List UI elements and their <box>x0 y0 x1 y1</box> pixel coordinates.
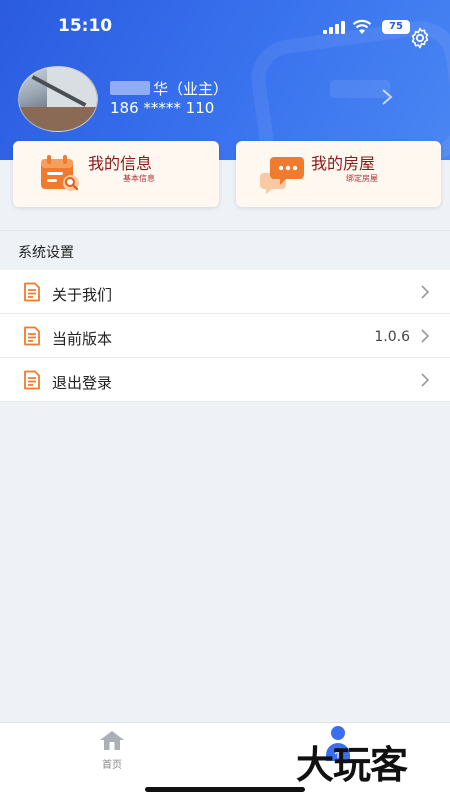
gear-icon[interactable] <box>408 26 432 50</box>
my-info-card[interactable]: 我的信息 基本信息 <box>13 141 219 207</box>
tab-home-label: 首页 <box>102 760 122 771</box>
chevron-right-icon[interactable] <box>380 88 394 106</box>
chat-icon <box>260 157 304 194</box>
chevron-right-icon <box>421 285 430 299</box>
menu-item-label: 当前版本 <box>52 330 113 348</box>
battery-icon: 75 <box>382 20 410 34</box>
version-value: 1.0.6 <box>374 329 410 345</box>
profile-header: 15:10 75 华（业主） 186 ***** 110 <box>0 0 450 160</box>
document-icon <box>24 370 40 390</box>
my-info-title: 我的信息 <box>88 154 153 173</box>
my-info-subtitle: 基本信息 <box>123 174 155 183</box>
wifi-icon <box>352 19 372 34</box>
section-title: 系统设置 <box>18 245 74 261</box>
watermark-logo: 大玩客 <box>296 743 408 787</box>
my-house-title: 我的房屋 <box>311 154 376 173</box>
document-icon <box>24 326 40 346</box>
my-house-card[interactable]: 我的房屋 绑定房屋 <box>236 141 441 207</box>
user-name: 华（业主） <box>110 78 228 99</box>
settings-list: 关于我们 当前版本 1.0.6 退出登录 <box>0 270 450 402</box>
home-indicator <box>145 787 305 792</box>
chevron-right-icon <box>421 373 430 387</box>
name-redaction <box>110 81 150 95</box>
user-phone: 186 ***** 110 <box>110 99 215 117</box>
signal-icon <box>323 21 345 34</box>
calendar-icon <box>41 155 79 191</box>
document-icon <box>24 282 40 302</box>
chevron-right-icon <box>421 329 430 343</box>
menu-item-about[interactable]: 关于我们 <box>0 270 450 314</box>
menu-item-logout[interactable]: 退出登录 <box>0 358 450 402</box>
menu-item-version[interactable]: 当前版本 1.0.6 <box>0 314 450 358</box>
avatar[interactable] <box>18 66 98 132</box>
menu-item-label: 退出登录 <box>52 374 113 392</box>
menu-item-label: 关于我们 <box>52 286 113 304</box>
my-house-subtitle: 绑定房屋 <box>346 174 378 183</box>
user-name-text: 华（业主） <box>153 80 229 98</box>
status-bar: 15:10 75 <box>0 16 450 40</box>
settings-section-header: 系统设置 <box>0 230 450 270</box>
home-icon <box>100 731 124 750</box>
tab-home[interactable]: 首页 <box>92 729 132 771</box>
status-time: 15:10 <box>58 16 113 36</box>
